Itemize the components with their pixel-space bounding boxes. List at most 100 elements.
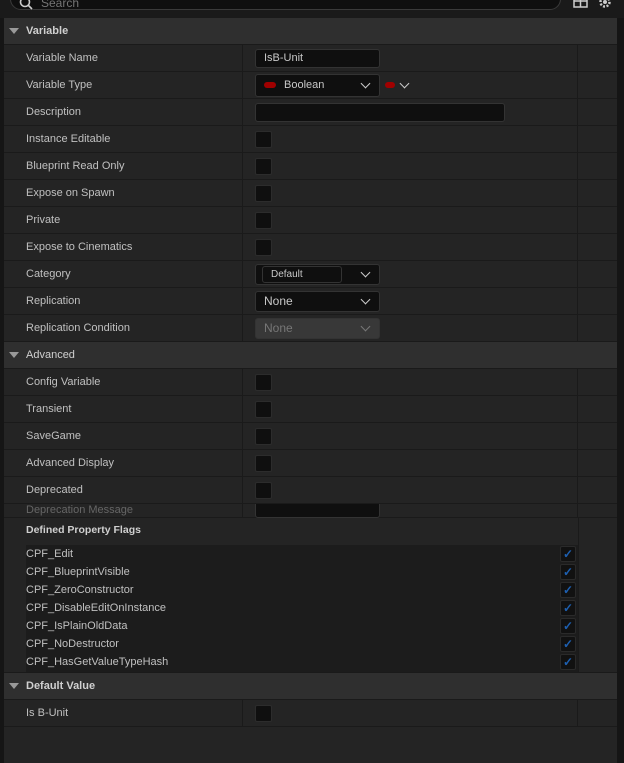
label: Expose on Spawn [4,180,243,206]
instance-editable-checkbox[interactable] [255,130,272,148]
row-instance-editable: Instance Editable [4,126,617,153]
flag-item: CPF_Edit ✓ [26,545,578,563]
details-panel: Variable Variable Name IsB-Unit Variable … [4,18,617,763]
collapse-triangle-icon[interactable] [9,683,19,689]
flag-item: CPF_IsPlainOldData ✓ [26,617,578,635]
flag-label: CPF_BlueprintVisible [26,566,130,578]
row-deprecation-message: Deprecation Message [4,504,617,518]
label: Transient [4,396,243,422]
expose-to-cinematics-checkbox[interactable] [255,238,272,256]
row-replication-condition: Replication Condition None [4,315,617,342]
flag-checkbox[interactable]: ✓ [560,618,576,634]
section-title: Advanced [26,349,75,361]
flag-checkbox[interactable]: ✓ [560,564,576,580]
savegame-checkbox[interactable] [255,427,272,445]
replication-condition-dropdown[interactable]: None [255,317,380,339]
section-title: Default Value [26,680,96,692]
deprecated-checkbox[interactable] [255,481,272,499]
settings-gear-icon[interactable] [597,0,613,10]
label: Expose to Cinematics [4,234,243,260]
flag-item: CPF_HasGetValueTypeHash ✓ [26,653,578,671]
flag-item: CPF_NoDestructor ✓ [26,635,578,653]
is-b-unit-checkbox[interactable] [255,704,272,722]
advanced-display-checkbox[interactable] [255,454,272,472]
row-expose-on-spawn: Expose on Spawn [4,180,617,207]
row-config-variable: Config Variable [4,369,617,396]
variable-name-input[interactable]: IsB-Unit [255,48,380,68]
flag-checkbox[interactable]: ✓ [560,600,576,616]
private-checkbox[interactable] [255,211,272,229]
category-input[interactable]: Default [262,265,342,283]
row-variable-type: Variable Type Boolean [4,72,617,99]
flag-label: CPF_HasGetValueTypeHash [26,656,169,668]
flag-label: CPF_IsPlainOldData [26,620,128,632]
label: Variable Name [4,45,243,71]
flag-checkbox[interactable]: ✓ [560,546,576,562]
blueprint-read-only-checkbox[interactable] [255,157,272,175]
flag-label: CPF_ZeroConstructor [26,584,134,596]
flag-checkbox[interactable]: ✓ [560,654,576,670]
row-description: Description [4,99,617,126]
row-private: Private [4,207,617,234]
label: Replication [4,288,243,314]
transient-checkbox[interactable] [255,400,272,418]
row-blueprint-read-only: Blueprint Read Only [4,153,617,180]
variable-type-value: Boolean [284,79,325,91]
row-advanced-display: Advanced Display [4,450,617,477]
label: Variable Type [4,72,243,98]
collapse-triangle-icon[interactable] [9,352,19,358]
row-expose-to-cinematics: Expose to Cinematics [4,234,617,261]
search-input[interactable] [41,0,521,10]
property-flags-list: CPF_Edit ✓ CPF_BlueprintVisible ✓ CPF_ZeroCo… [4,545,617,673]
variable-type-dropdown[interactable]: Boolean [255,73,380,97]
checkmark-icon: ✓ [562,583,574,597]
replication-value: None [264,294,293,308]
flag-checkbox[interactable]: ✓ [560,582,576,598]
section-header-default-value[interactable]: Default Value [4,673,617,700]
label: Replication Condition [4,315,243,341]
chevron-down-icon [360,267,371,277]
row-defined-property-flags: Defined Property Flags [4,518,617,545]
row-category: Category Default [4,261,617,288]
label: SaveGame [4,423,243,449]
expose-on-spawn-checkbox[interactable] [255,184,272,202]
flag-checkbox[interactable]: ✓ [560,636,576,652]
replication-dropdown[interactable]: None [255,290,380,312]
section-header-variable[interactable]: Variable [4,18,617,45]
row-variable-name: Variable Name IsB-Unit [4,45,617,72]
section-title: Variable [26,25,69,37]
deprecation-message-input[interactable] [255,504,380,518]
label: Advanced Display [4,450,243,476]
flag-item: CPF_DisableEditOnInstance ✓ [26,599,578,617]
label: Description [4,99,243,125]
grid-view-icon[interactable] [573,0,588,8]
config-variable-checkbox[interactable] [255,373,272,391]
row-replication: Replication None [4,288,617,315]
row-transient: Transient [4,396,617,423]
checkmark-icon: ✓ [562,637,574,651]
chevron-down-icon [360,294,371,304]
label: Private [4,207,243,233]
row-deprecated: Deprecated [4,477,617,504]
replication-condition-value: None [264,321,293,335]
section-header-advanced[interactable]: Advanced [4,342,617,369]
checkmark-icon: ✓ [562,655,574,669]
description-input[interactable] [255,102,505,122]
flag-item: CPF_ZeroConstructor ✓ [26,581,578,599]
flag-item: CPF_BlueprintVisible ✓ [26,563,578,581]
checkmark-icon: ✓ [562,601,574,615]
flag-label: CPF_NoDestructor [26,638,119,650]
search-box[interactable] [10,0,561,10]
chevron-down-icon [360,321,371,331]
label: Config Variable [4,369,243,395]
container-type-dropdown[interactable] [385,78,410,88]
row-savegame: SaveGame [4,423,617,450]
collapse-triangle-icon[interactable] [9,28,19,34]
chevron-down-icon [360,78,371,88]
boolean-pin-icon [264,82,276,88]
label: Blueprint Read Only [4,153,243,179]
search-icon [19,0,33,10]
category-combo[interactable]: Default [255,263,380,285]
label: Category [4,261,243,287]
flag-label: CPF_DisableEditOnInstance [26,602,167,614]
